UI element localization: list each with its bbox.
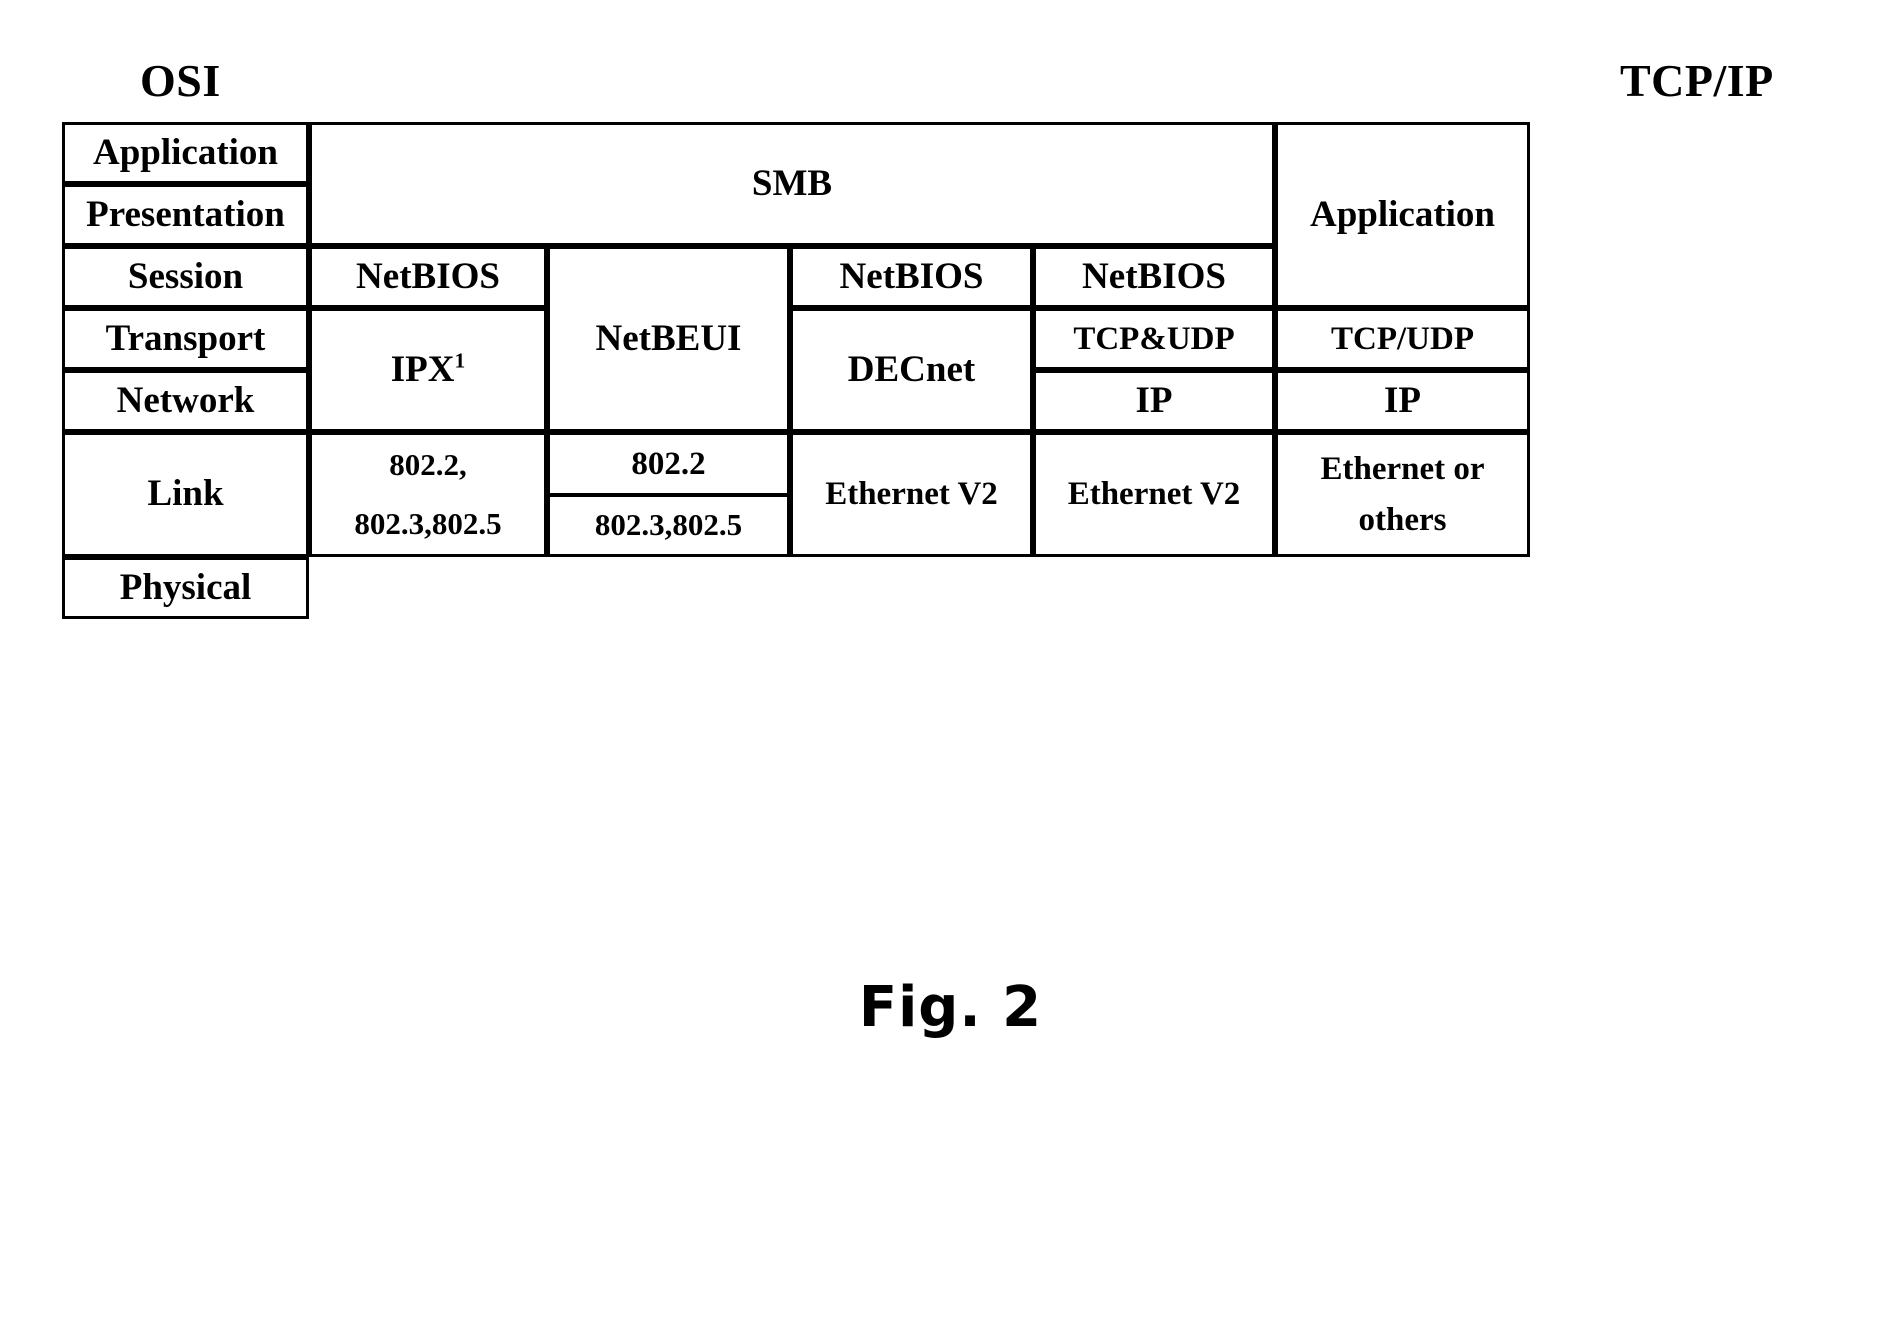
tcpip-link-line-1: Ethernet or xyxy=(1320,450,1485,487)
tcpip-netbios-network-cell: IP xyxy=(1033,370,1275,432)
tcpip-model-header: TCP/IP xyxy=(1620,55,1774,106)
ipx-label: IPX xyxy=(390,348,455,390)
ipx-session-netbios: NetBIOS xyxy=(309,246,547,308)
osi-layer-transport: Transport xyxy=(62,308,309,370)
protocol-stack-table: Application Presentation Session Transpo… xyxy=(62,122,1530,630)
tcpip-netbios-transport-cell: TCP&UDP xyxy=(1033,308,1275,370)
tcpip-netbios-session-cell: NetBIOS xyxy=(1033,246,1275,308)
ipx-link-line-1: 802.2, xyxy=(389,446,467,482)
ipx-footnote-marker: 1 xyxy=(454,348,466,373)
tcpip-link-cell: Ethernet or others xyxy=(1275,432,1530,557)
netbeui-link-line-1: 802.2 xyxy=(631,445,706,482)
osi-layer-session: Session xyxy=(62,246,309,308)
tcpip-netbios-link-cell: Ethernet V2 xyxy=(1033,432,1275,557)
figure-caption: Fig. 2 xyxy=(858,975,1043,1040)
smb-span-cell: SMB xyxy=(309,122,1275,246)
figure-2-root: OSI TCP/IP Application Presentation Sess… xyxy=(0,0,1901,1329)
osi-layer-network: Network xyxy=(62,370,309,432)
osi-layer-application: Application xyxy=(62,122,309,184)
ipx-link-cell: 802.2, 802.3,802.5 xyxy=(309,432,547,557)
netbeui-link-cell: 802.2 802.3,802.5 xyxy=(547,432,790,557)
decnet-link-cell: Ethernet V2 xyxy=(790,432,1033,557)
osi-layer-link: Link xyxy=(62,432,309,557)
ipx-link-line-2: 802.3,802.5 xyxy=(354,506,502,542)
netbeui-link-line-2: 802.3,802.5 xyxy=(594,507,743,543)
tcpip-application-cell: Application xyxy=(1275,122,1530,308)
tcpip-network-cell: IP xyxy=(1275,370,1530,432)
ipx-transport-network-cell: IPX1 xyxy=(309,308,547,432)
osi-layer-presentation: Presentation xyxy=(62,184,309,246)
tcpip-transport-cell: TCP/UDP xyxy=(1275,308,1530,370)
osi-model-header: OSI xyxy=(140,55,221,106)
osi-layer-physical: Physical xyxy=(62,557,309,619)
decnet-transport-network-cell: DECnet xyxy=(790,308,1033,432)
tcpip-link-line-2: others xyxy=(1358,502,1447,539)
decnet-session-netbios: NetBIOS xyxy=(790,246,1033,308)
netbeui-transport-network-cell: NetBEUI xyxy=(547,246,790,432)
